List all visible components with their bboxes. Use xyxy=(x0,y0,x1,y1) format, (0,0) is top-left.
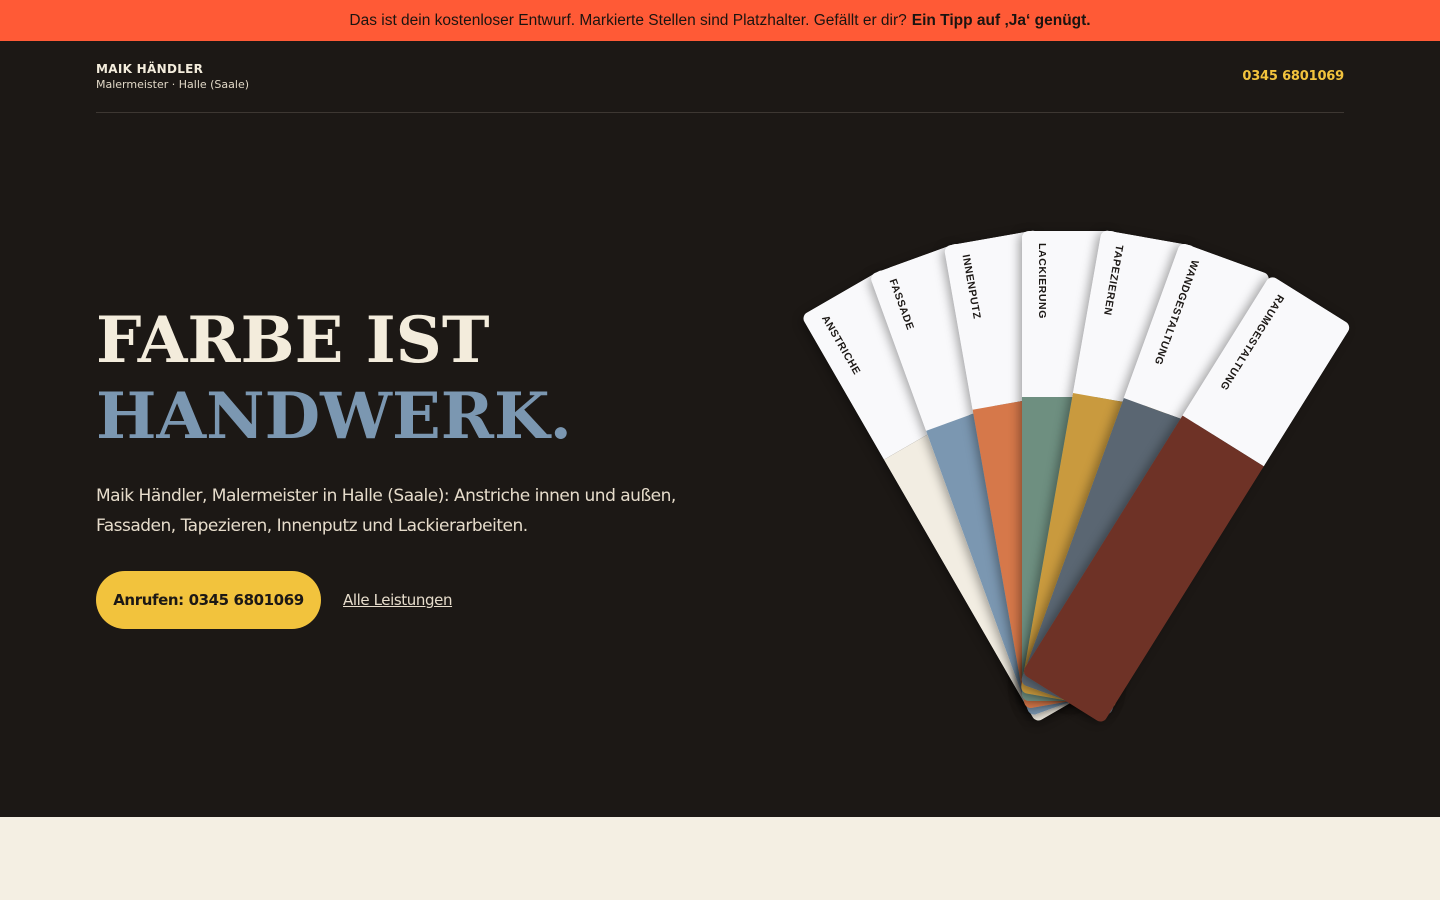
color-swatch-fan: ANSTRICHE FASSADE INNENPUTZ LACKIERUNG TAPEZ… xyxy=(0,41,1440,817)
hero-section: MAIK HÄNDLER Malermeister · Halle (Saale… xyxy=(0,41,1440,817)
swatch-label: ANSTRICHE xyxy=(819,313,863,378)
approve-link[interactable]: Ein Tipp auf ‚Ja‘ genügt. xyxy=(912,12,1091,30)
draft-banner-text: Das ist dein kostenloser Entwurf. Markie… xyxy=(349,11,907,29)
draft-banner: Das ist dein kostenloser Entwurf. Markie… xyxy=(0,0,1440,41)
swatch-label: LACKIERUNG xyxy=(1036,243,1048,319)
next-section xyxy=(0,817,1440,900)
